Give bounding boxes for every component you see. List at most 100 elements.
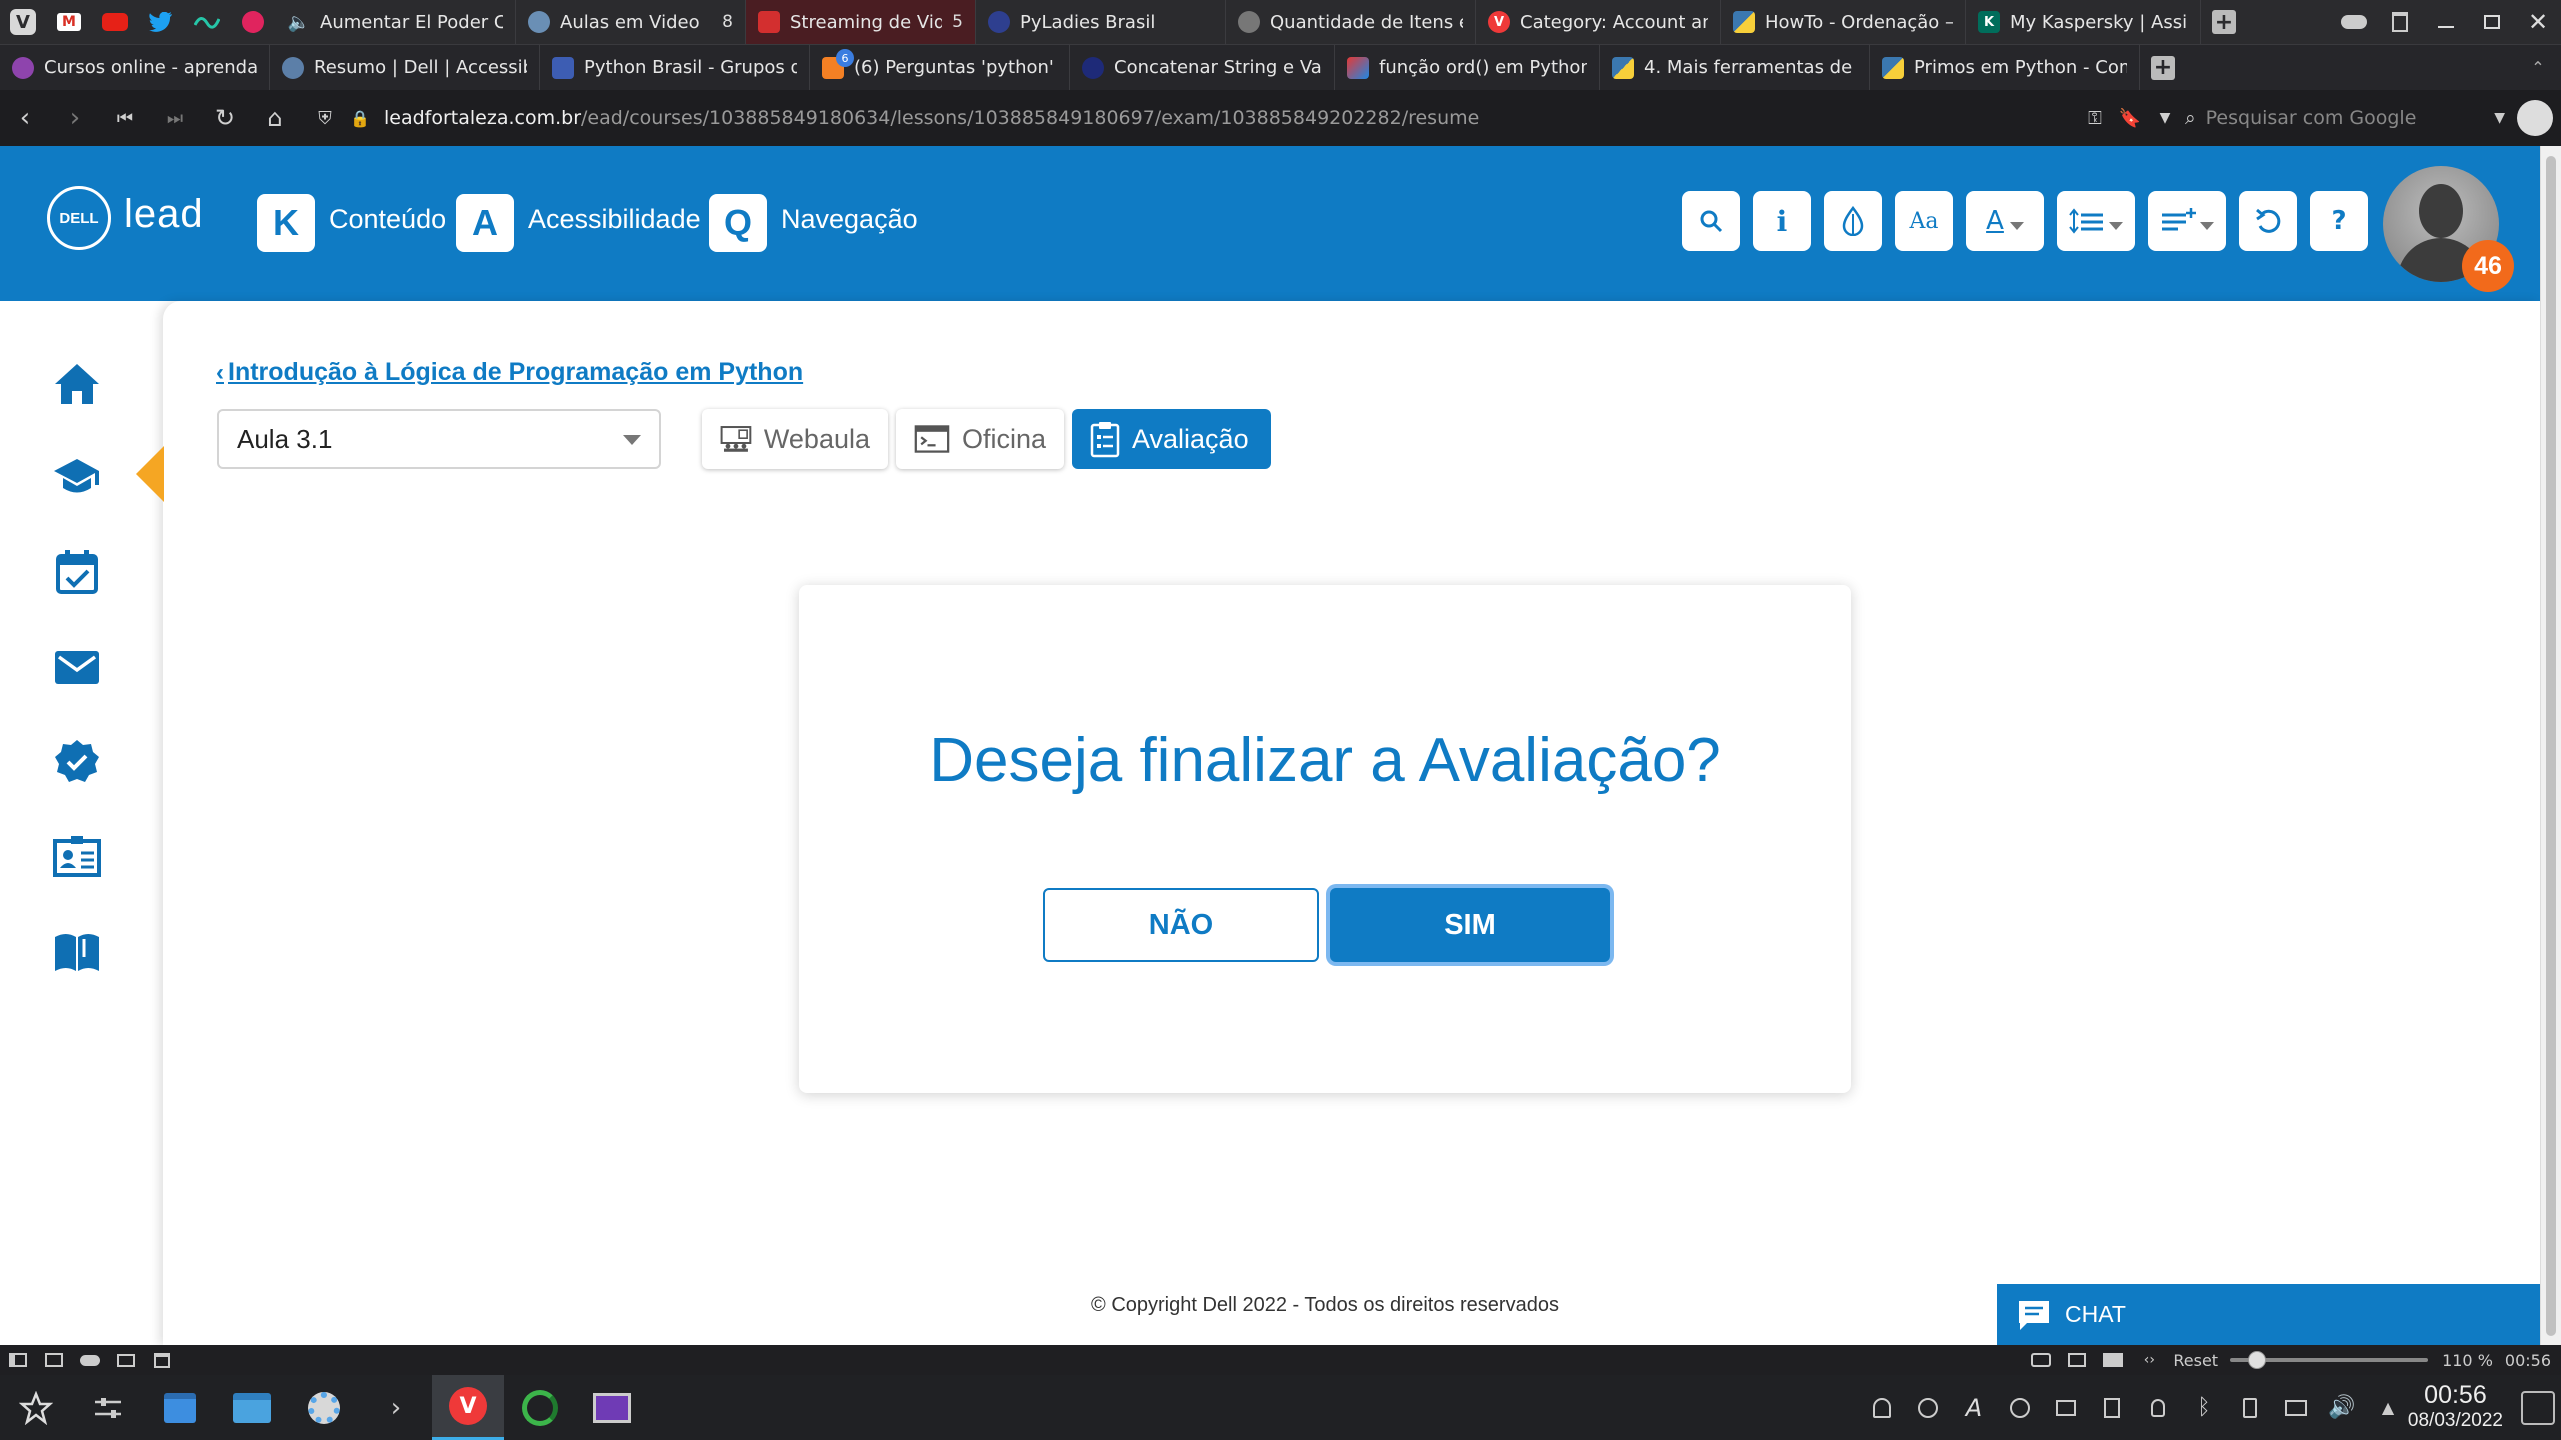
verified-badge-icon[interactable] bbox=[52, 737, 102, 787]
info-button[interactable]: i bbox=[1753, 191, 1811, 251]
tray-expand-icon[interactable]: ▲ bbox=[2365, 1375, 2411, 1440]
close-icon[interactable]: ✕ bbox=[2515, 0, 2561, 44]
youtube-icon[interactable] bbox=[92, 0, 138, 44]
contrast-button[interactable] bbox=[1824, 191, 1882, 251]
chat-button[interactable]: CHAT bbox=[1997, 1284, 2540, 1345]
home-icon[interactable] bbox=[52, 359, 102, 409]
tile-icon[interactable] bbox=[36, 1345, 72, 1375]
no-button[interactable]: NÃO bbox=[1043, 888, 1319, 962]
profile-icon[interactable] bbox=[2517, 100, 2553, 136]
taskbar-clock[interactable]: 00:56 08/03/2022 bbox=[2408, 1381, 2503, 1432]
home-icon[interactable]: ⌂ bbox=[250, 90, 300, 146]
lead-logo[interactable]: lead bbox=[124, 192, 204, 237]
tab-scroll-chevron-icon[interactable]: ⌃ bbox=[2515, 45, 2561, 90]
graduation-cap-icon[interactable] bbox=[52, 452, 102, 502]
browser-tab-active[interactable]: Streaming de Video 5 bbox=[746, 0, 976, 44]
new-tab-icon[interactable]: + bbox=[2140, 45, 2186, 90]
tab-webaula[interactable]: Webaula bbox=[702, 409, 888, 469]
console-icon[interactable] bbox=[2043, 1375, 2089, 1440]
page-scrollbar[interactable] bbox=[2540, 146, 2561, 1345]
yes-button[interactable]: SIM bbox=[1330, 888, 1610, 962]
shortcut-key-a[interactable]: A bbox=[456, 194, 514, 252]
nav-acessibilidade[interactable]: Acessibilidade bbox=[528, 204, 701, 235]
browser-tab[interactable]: 🔈 Aumentar El Poder Cere bbox=[276, 0, 516, 44]
cloud-icon[interactable] bbox=[72, 1345, 108, 1375]
show-desktop-icon[interactable] bbox=[2521, 1391, 2555, 1425]
browser-tab[interactable]: Python Brasil - Grupos do C bbox=[540, 45, 810, 90]
reset-button[interactable] bbox=[2239, 191, 2297, 251]
browser-tab[interactable]: K My Kaspersky | Assinatu bbox=[1966, 0, 2201, 44]
tab-avaliacao[interactable]: Avaliação bbox=[1072, 409, 1271, 469]
font-button[interactable]: Aa bbox=[1895, 191, 1953, 251]
store-bag-icon[interactable] bbox=[144, 1375, 216, 1440]
font-tool-icon[interactable]: A bbox=[1951, 1375, 1997, 1440]
file-manager-icon[interactable] bbox=[216, 1375, 288, 1440]
fast-forward-icon[interactable]: ⏭ bbox=[150, 90, 200, 146]
dell-logo[interactable]: DELL bbox=[47, 186, 111, 250]
panel-toggle-icon[interactable] bbox=[0, 1345, 36, 1375]
line-spacing-button[interactable] bbox=[2057, 191, 2135, 251]
search-field[interactable]: ⌕ Pesquisar com Google ▼ bbox=[2185, 90, 2505, 146]
search-tool-button[interactable] bbox=[1682, 191, 1740, 251]
cloud-sync-icon[interactable] bbox=[2331, 0, 2377, 44]
wave-app-icon[interactable] bbox=[184, 0, 230, 44]
camera-icon[interactable] bbox=[2023, 1345, 2059, 1375]
settings-sliders-icon[interactable] bbox=[72, 1375, 144, 1440]
zoom-slider-thumb[interactable] bbox=[2248, 1351, 2267, 1369]
lightbulb-icon[interactable] bbox=[2135, 1375, 2181, 1440]
chevron-down-icon[interactable]: ▼ bbox=[2140, 90, 2190, 146]
browser-tab[interactable]: HowTo - Ordenação — bbox=[1721, 0, 1966, 44]
maximize-icon[interactable] bbox=[2469, 0, 2515, 44]
browser-tab[interactable]: Resumo | Dell | Accessible bbox=[270, 45, 540, 90]
notifications-icon[interactable] bbox=[1859, 1375, 1905, 1440]
tab-oficina[interactable]: Oficina bbox=[896, 409, 1064, 469]
podcast-icon[interactable] bbox=[230, 0, 276, 44]
browser-tab[interactable]: 6 (6) Perguntas 'python' mais bbox=[810, 45, 1070, 90]
chevron-down-icon[interactable]: ▼ bbox=[2494, 110, 2505, 126]
browser-tab[interactable]: Concatenar String e Valore bbox=[1070, 45, 1335, 90]
window-icon[interactable] bbox=[2059, 1345, 2095, 1375]
url-field[interactable]: leadfortaleza.com.br/ead/courses/1038858… bbox=[384, 107, 1479, 129]
media-play-icon[interactable] bbox=[1997, 1375, 2043, 1440]
vivaldi-menu-icon[interactable]: V bbox=[0, 0, 46, 44]
sync-app-icon[interactable] bbox=[504, 1375, 576, 1440]
browser-tab[interactable]: Aulas em Video 8 bbox=[516, 0, 746, 44]
gmail-icon[interactable]: M bbox=[46, 0, 92, 44]
system-settings-icon[interactable] bbox=[288, 1375, 360, 1440]
calendar-check-icon[interactable] bbox=[52, 547, 102, 597]
back-icon[interactable]: ‹ bbox=[0, 90, 50, 146]
browser-tab[interactable]: 4. Mais ferramentas de con bbox=[1600, 45, 1870, 90]
vpn-icon[interactable] bbox=[1905, 1375, 1951, 1440]
mail-icon[interactable] bbox=[108, 1345, 144, 1375]
app-launcher-icon[interactable] bbox=[0, 1375, 72, 1440]
browser-tab[interactable]: Quantidade de Itens em bbox=[1226, 0, 1476, 44]
browser-tab[interactable]: Cursos online - aprenda o q bbox=[0, 45, 270, 90]
reload-icon[interactable]: ↻ bbox=[200, 90, 250, 146]
shield-icon[interactable]: ⛨ bbox=[300, 90, 350, 146]
trash-icon[interactable] bbox=[2377, 0, 2423, 44]
text-align-button[interactable] bbox=[2148, 191, 2226, 251]
notification-count-badge[interactable]: 46 bbox=[2462, 240, 2514, 292]
clipboard-icon[interactable] bbox=[2089, 1375, 2135, 1440]
zoom-reset-label[interactable]: Reset bbox=[2173, 1351, 2218, 1370]
volume-icon[interactable]: 🔊 bbox=[2319, 1375, 2365, 1440]
calendar-icon[interactable] bbox=[144, 1345, 180, 1375]
rewind-icon[interactable]: ⏮ bbox=[100, 90, 150, 146]
bluetooth-icon[interactable]: ᛒ bbox=[2181, 1375, 2227, 1440]
breadcrumb[interactable]: ‹ Introdução à Lógica de Programação em … bbox=[216, 358, 803, 387]
scrollbar-thumb[interactable] bbox=[2546, 156, 2556, 1336]
screenshot-app-icon[interactable] bbox=[576, 1375, 648, 1440]
help-button[interactable]: ? bbox=[2310, 191, 2368, 251]
mail-icon[interactable] bbox=[52, 642, 102, 692]
shortcut-key-q[interactable]: Q bbox=[709, 194, 767, 252]
nav-conteudo[interactable]: Conteúdo bbox=[329, 204, 446, 235]
browser-tab[interactable]: V Category: Account and bbox=[1476, 0, 1721, 44]
zoom-slider[interactable] bbox=[2230, 1345, 2429, 1375]
minimize-icon[interactable] bbox=[2423, 0, 2469, 44]
new-tab-icon[interactable]: + bbox=[2201, 0, 2247, 44]
lesson-select[interactable]: Aula 3.1 bbox=[217, 409, 661, 469]
forward-icon[interactable]: › bbox=[50, 90, 100, 146]
usb-device-icon[interactable] bbox=[2227, 1375, 2273, 1440]
browser-tab[interactable]: função ord() em Python – A bbox=[1335, 45, 1600, 90]
book-icon[interactable] bbox=[52, 927, 102, 977]
